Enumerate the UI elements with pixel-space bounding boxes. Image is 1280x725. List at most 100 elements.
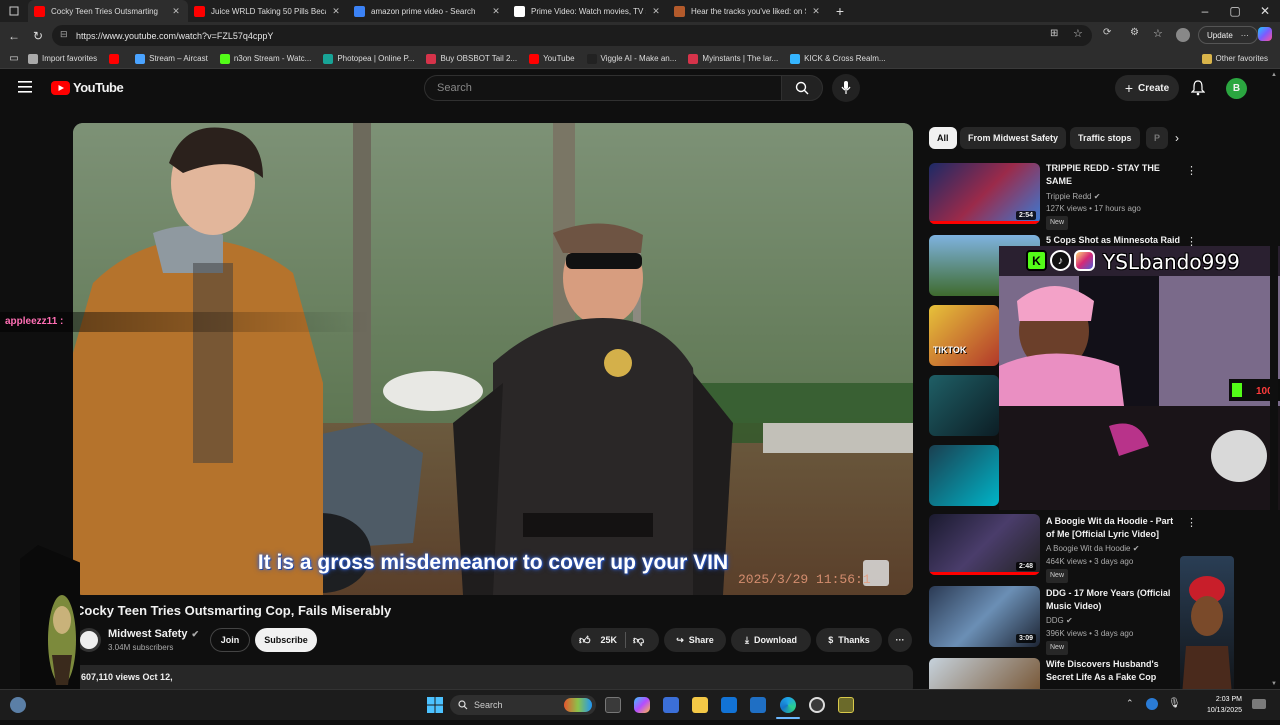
mic-status-icon[interactable]: 🎙︎ — [1168, 698, 1181, 709]
tab-close-icon[interactable]: ✕ — [650, 6, 662, 17]
rec-thumbnail[interactable]: TIKTOK — [929, 305, 999, 366]
subscribe-button[interactable]: Subscribe — [255, 628, 317, 652]
maximize-icon[interactable]: ▢ — [1220, 0, 1250, 23]
more-actions-button[interactable]: ··· — [888, 628, 912, 652]
bookmark-item[interactable] — [109, 53, 123, 64]
page-scrollbar[interactable]: ▲ ▼ — [1270, 70, 1278, 689]
start-button[interactable] — [427, 697, 443, 718]
tiktok-icon: ♪ — [1050, 250, 1071, 271]
browser-tab[interactable]: Cocky Teen Tries Outsmarting ✕ — [28, 0, 188, 22]
like-icon[interactable]: 👍︎ — [579, 634, 591, 647]
site-info-icon[interactable]: ⊟ — [60, 29, 68, 40]
favorites-icon[interactable]: ☆ — [1153, 27, 1163, 40]
bookmark-item[interactable]: n3on Stream - Watc... — [219, 53, 311, 64]
video-player[interactable] — [73, 123, 913, 595]
back-arrow-icon[interactable]: ← — [2, 24, 26, 48]
network-icon[interactable] — [1146, 698, 1158, 710]
tab-close-icon[interactable]: ✕ — [810, 6, 822, 17]
tab-close-icon[interactable]: ✕ — [490, 6, 502, 17]
bookmark-item[interactable]: KICK & Cross Realm... — [790, 53, 886, 64]
rec-channel[interactable]: Trippie Redd ✔ — [1046, 191, 1100, 203]
outlook-icon[interactable] — [721, 697, 737, 713]
profile-avatar[interactable] — [1176, 28, 1190, 42]
app-icon[interactable] — [838, 697, 854, 713]
scroll-up-icon[interactable]: ▲ — [1271, 72, 1277, 78]
rec-title[interactable]: DDG - 17 More Years (Official Music Vide… — [1046, 587, 1181, 613]
rec-channel[interactable]: DDG ✔ — [1046, 615, 1073, 627]
close-window-icon[interactable]: ✕ — [1250, 0, 1280, 23]
channel-name[interactable]: Midwest Safety ✔ — [108, 628, 199, 640]
obs-icon[interactable] — [809, 697, 825, 713]
browser-tab[interactable]: amazon prime video - Search ✕ — [348, 0, 508, 22]
rec-channel[interactable]: A Boogie Wit da Hoodie ✔ — [1046, 543, 1139, 555]
favorite-star-icon[interactable]: ☆ — [1073, 27, 1083, 40]
tab-close-icon[interactable]: ✕ — [170, 6, 182, 17]
bookmark-item[interactable]: YouTube — [529, 53, 575, 64]
bookmark-item[interactable]: Buy OBSBOT Tail 2... — [426, 53, 517, 64]
rec-thumbnail[interactable] — [929, 375, 999, 436]
bookmark-item[interactable]: Import favorites — [28, 53, 97, 64]
download-button[interactable]: ⤓ Download — [731, 628, 811, 652]
weather-icon[interactable] — [10, 697, 26, 713]
rec-thumbnail[interactable]: 3:09 — [929, 586, 1040, 647]
url-field[interactable]: ⊟ https://www.youtube.com/watch?v=FZL57q… — [52, 25, 1092, 46]
reading-icon[interactable]: ▭ — [0, 47, 28, 71]
rec-title[interactable]: TRIPPIE REDD - STAY THE SAME — [1046, 162, 1181, 188]
other-favorites[interactable]: Other favorites — [1201, 53, 1268, 64]
chip-more[interactable]: P — [1146, 127, 1168, 149]
scroll-down-icon[interactable]: ▼ — [1271, 681, 1277, 687]
tracking-icon[interactable]: ⚙ — [1130, 27, 1139, 38]
channel-avatar[interactable] — [77, 628, 101, 652]
account-avatar[interactable]: B — [1226, 78, 1247, 99]
copilot-taskbar-icon[interactable] — [634, 697, 650, 713]
chip-from-channel[interactable]: From Midwest Safety — [960, 127, 1067, 149]
tab-actions-icon[interactable] — [0, 0, 28, 23]
search-input[interactable]: Search — [424, 75, 781, 101]
task-view-icon[interactable] — [605, 697, 621, 713]
photos-icon[interactable] — [750, 697, 766, 713]
new-tab-button[interactable]: + — [828, 0, 852, 23]
join-button[interactable]: Join — [210, 628, 250, 652]
bookmark-item[interactable]: Photopea | Online P... — [323, 53, 414, 64]
extensions-icon[interactable]: ⟳ — [1103, 27, 1111, 38]
bookmark-item[interactable]: Viggle AI - Make an... — [586, 53, 676, 64]
bookmark-item[interactable]: Stream – Aircast — [135, 53, 208, 64]
rec-thumbnail[interactable]: 2:54 — [929, 163, 1040, 224]
browser-tab[interactable]: Prime Video: Watch movies, TV sh ✕ — [508, 0, 668, 22]
copilot-icon[interactable] — [1258, 27, 1272, 41]
dislike-icon[interactable]: 👎︎ — [633, 634, 644, 647]
rec-thumbnail[interactable]: 2:48 — [929, 514, 1040, 575]
taskbar-search[interactable]: Search — [450, 695, 596, 715]
browser-tab[interactable]: Juice WRLD Taking 50 Pills Becau ✕ — [188, 0, 348, 22]
update-button[interactable]: Update ··· — [1198, 26, 1258, 44]
rec-title[interactable]: A Boogie Wit da Hoodie - Part of Me [Off… — [1046, 515, 1181, 541]
menu-icon[interactable] — [18, 80, 34, 99]
store-icon[interactable] — [663, 697, 679, 713]
notifications-bell-icon[interactable] — [1190, 80, 1206, 101]
create-button[interactable]: + Create — [1115, 75, 1179, 101]
file-explorer-icon[interactable] — [692, 697, 708, 713]
tab-close-icon[interactable]: ✕ — [330, 6, 342, 17]
browser-tab[interactable]: Hear the tracks you've liked: on S ✕ — [668, 0, 828, 22]
rec-thumbnail[interactable] — [929, 445, 999, 506]
share-button[interactable]: ↪ Share — [664, 628, 726, 652]
youtube-logo[interactable]: YouTube — [51, 80, 124, 95]
voice-search-button[interactable] — [832, 74, 860, 102]
bookmark-item[interactable]: Myinstants | The lar... — [688, 53, 778, 64]
edge-icon[interactable] — [780, 697, 796, 713]
rec-menu-icon[interactable]: ⋮ — [1186, 164, 1197, 177]
chip-traffic-stops[interactable]: Traffic stops — [1070, 127, 1140, 149]
chevron-up-icon[interactable]: ⌃ — [1126, 698, 1134, 709]
rec-thumbnail[interactable] — [929, 658, 1040, 689]
notifications-icon[interactable] — [1252, 699, 1266, 709]
refresh-icon[interactable]: ↻ — [26, 24, 50, 48]
chip-all[interactable]: All — [929, 127, 957, 149]
search-button[interactable] — [781, 75, 823, 101]
thanks-button[interactable]: $ Thanks — [816, 628, 882, 652]
taskbar-clock[interactable]: 2:03 PM 10/13/2025 — [1196, 694, 1242, 716]
minimize-icon[interactable]: – — [1190, 0, 1220, 23]
chevron-right-icon[interactable]: › — [1175, 131, 1179, 145]
rec-menu-icon[interactable]: ⋮ — [1186, 516, 1197, 529]
rec-title[interactable]: Wife Discovers Husband's Secret Life As … — [1046, 658, 1181, 684]
split-screen-icon[interactable]: ⊞ — [1050, 28, 1058, 39]
